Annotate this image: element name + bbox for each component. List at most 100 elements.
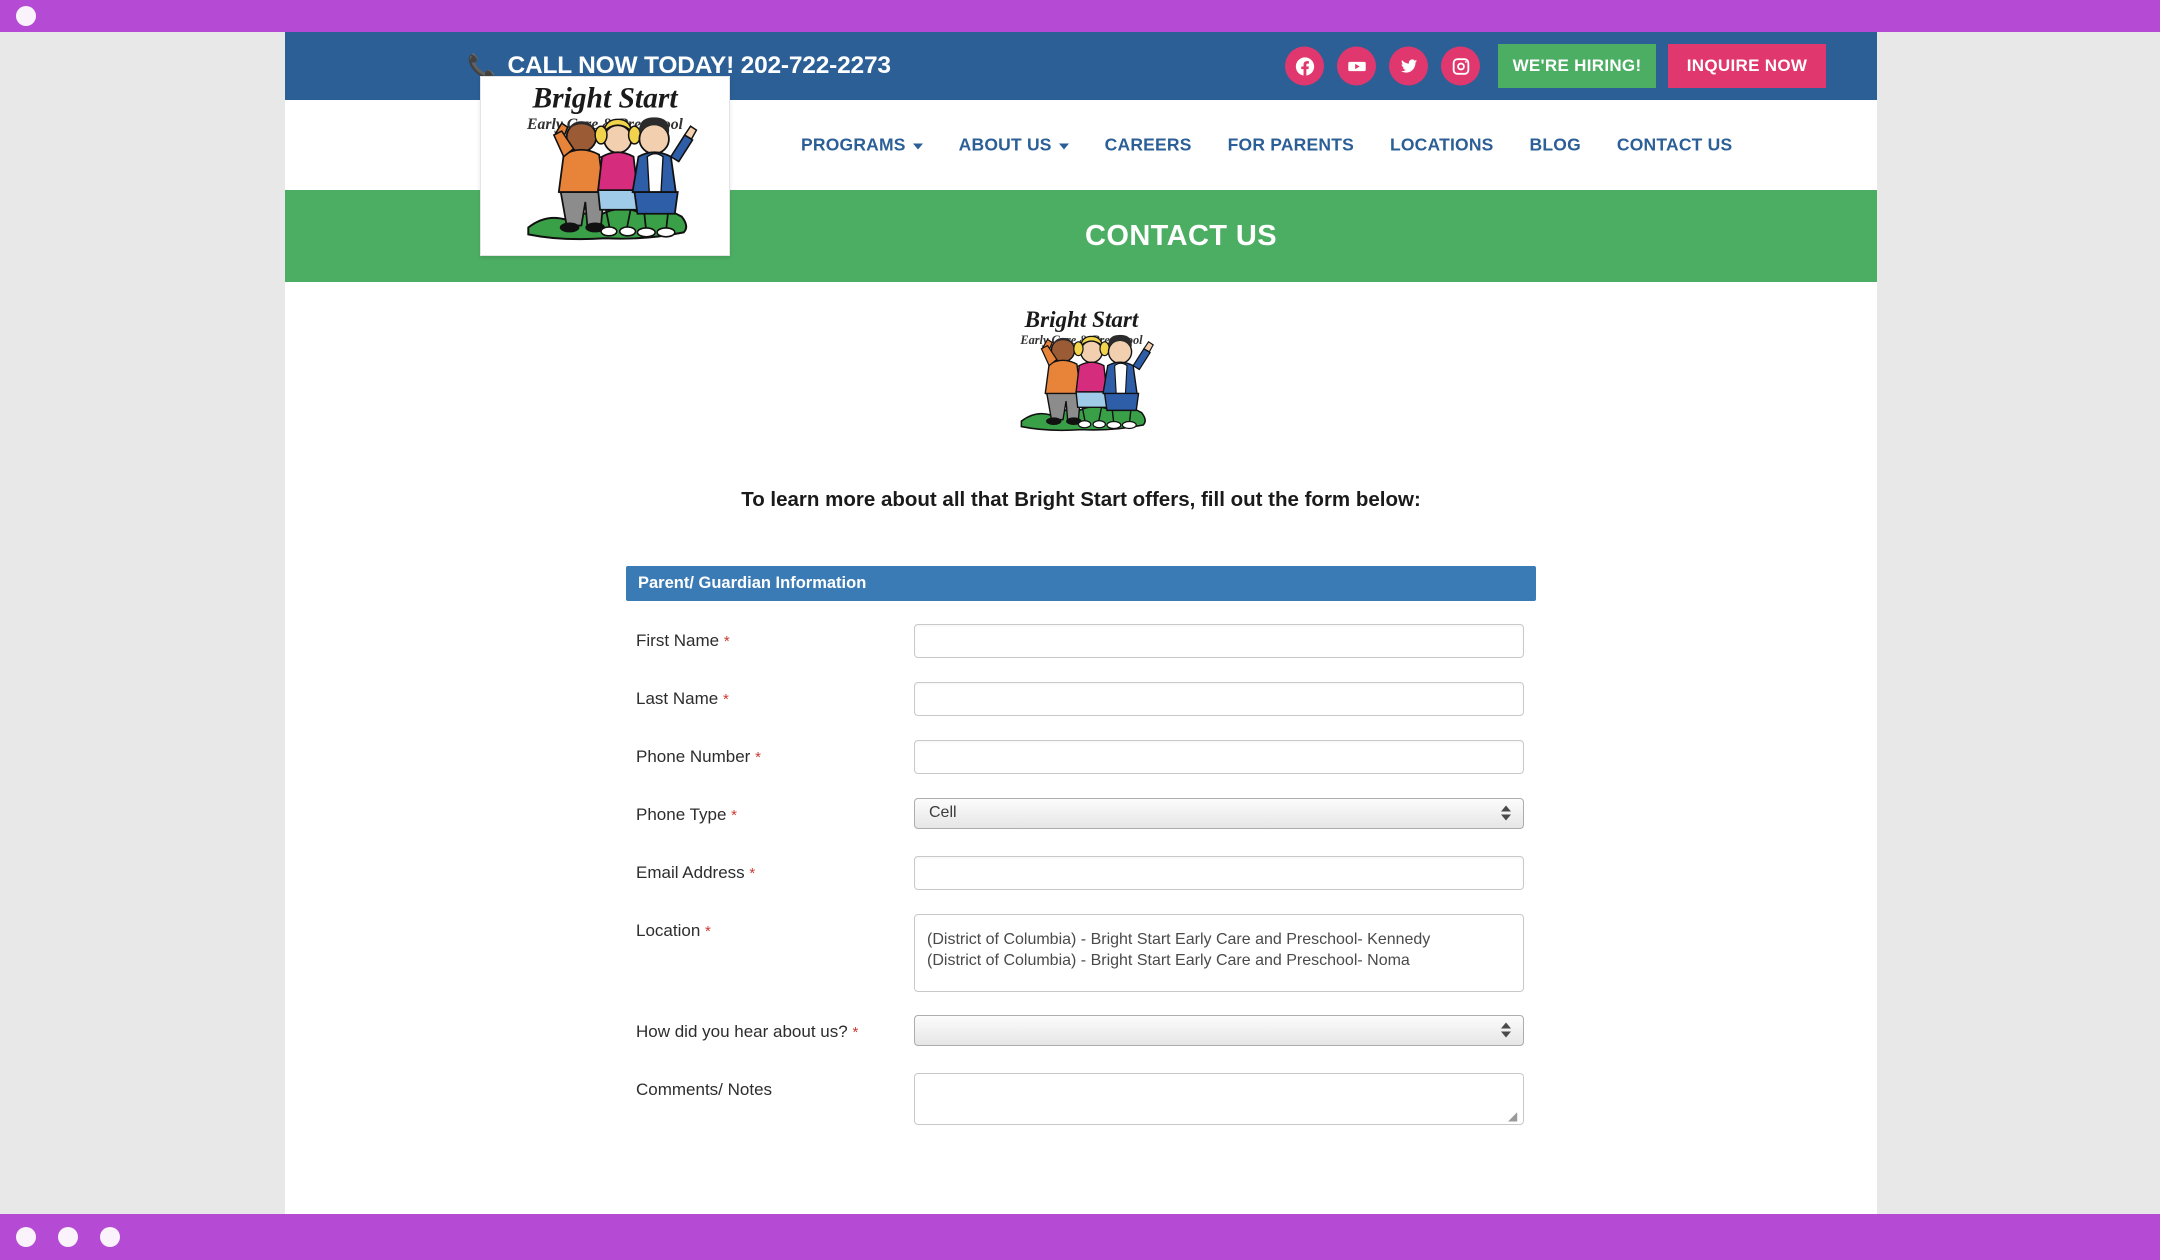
inquire-now-label: INQUIRE NOW	[1686, 56, 1808, 75]
site-logo[interactable]: Bright Start Early Care & Preschool	[480, 76, 730, 256]
phone-type-value: Cell	[929, 804, 957, 822]
label-comments-notes: Comments/ Notes	[626, 1073, 914, 1107]
required-asterisk: *	[705, 922, 711, 940]
label-text: Last Name	[636, 688, 719, 708]
window-control-dot[interactable]	[16, 6, 36, 26]
inquire-now-button[interactable]: INQUIRE NOW	[1668, 44, 1826, 88]
facebook-icon[interactable]	[1285, 46, 1324, 86]
field-how-did-you-hear	[914, 1014, 1536, 1046]
required-asterisk: *	[722, 690, 729, 708]
label-phone-type: Phone Type *	[626, 798, 914, 833]
form-row-location: Location * (District of Columbia) - Brig…	[626, 913, 1536, 992]
label-text: Phone Type	[636, 804, 727, 824]
nav-label-contact-us: CONTACT US	[1616, 134, 1733, 155]
label-text: First Name	[636, 630, 720, 650]
email-address-input[interactable]	[914, 855, 1524, 890]
form-row-last-name: Last Name *	[626, 681, 1536, 717]
website-page: 📞 CALL NOW TODAY! 202-722-2273 WE'RE HIR…	[285, 32, 1877, 1214]
location-option[interactable]: (District of Columbia) - Bright Start Ea…	[927, 950, 1523, 971]
main-navigation: PROGRAMS ABOUT US CAREERS FOR PARENTS LO…	[801, 135, 1732, 156]
how-did-you-hear-select[interactable]	[914, 1014, 1524, 1046]
taskbar-dot[interactable]	[16, 1227, 36, 1247]
label-text: Email Address	[636, 862, 745, 882]
nav-label-about-us: ABOUT US	[958, 134, 1052, 155]
nav-label-programs: PROGRAMS	[801, 134, 906, 155]
nav-item-contact-us[interactable]: CONTACT US	[1617, 135, 1732, 156]
comments-notes-textarea[interactable]: ◢	[914, 1072, 1524, 1125]
youtube-icon[interactable]	[1337, 46, 1376, 86]
bright-start-logo-art-content: Bright Start Early Care & Preschool	[1019, 307, 1154, 432]
required-asterisk: *	[749, 864, 756, 882]
nav-item-for-parents[interactable]: FOR PARENTS	[1228, 135, 1354, 156]
first-name-input[interactable]	[914, 623, 1524, 658]
instagram-icon[interactable]	[1441, 46, 1480, 86]
label-phone-number: Phone Number *	[626, 740, 914, 775]
taskbar-dot[interactable]	[58, 1227, 78, 1247]
label-text: Comments/ Notes	[636, 1079, 773, 1099]
nav-label-blog: BLOG	[1529, 134, 1581, 155]
label-how-did-you-hear: How did you hear about us? *	[626, 1015, 914, 1050]
page-content: Bright Start Early Care & Preschool To l…	[285, 282, 1877, 1125]
required-asterisk: *	[723, 632, 730, 650]
browser-chrome-top	[0, 0, 2160, 32]
chevron-updown-icon	[1501, 1022, 1511, 1038]
location-option[interactable]: (District of Columbia) - Bright Start Ea…	[927, 929, 1523, 950]
label-email-address: Email Address *	[626, 856, 914, 891]
social-links	[1285, 46, 1480, 86]
nav-item-careers[interactable]: CAREERS	[1105, 135, 1192, 156]
field-first-name	[914, 623, 1536, 658]
browser-chrome-bottom	[0, 1214, 2160, 1260]
label-location: Location *	[626, 914, 914, 949]
chevron-down-icon	[1058, 143, 1069, 149]
required-asterisk: *	[755, 748, 761, 766]
form-section-header: Parent/ Guardian Information	[626, 565, 1536, 601]
form-row-phone-number: Phone Number *	[626, 739, 1536, 775]
field-phone-number	[914, 739, 1536, 774]
label-text: Location	[636, 920, 701, 940]
bright-start-logo-art: Bright Start Early Care & Preschool	[526, 82, 698, 240]
phone-type-select[interactable]: Cell	[914, 797, 1524, 829]
form-row-first-name: First Name *	[626, 623, 1536, 659]
resize-handle-icon[interactable]: ◢	[1508, 1110, 1520, 1122]
chevron-updown-icon	[1501, 805, 1511, 821]
taskbar-dot[interactable]	[100, 1227, 120, 1247]
browser-viewport: 📞 CALL NOW TODAY! 202-722-2273 WE'RE HIR…	[0, 32, 2160, 1214]
site-header: Bright Start Early Care & Preschool PROG…	[285, 76, 1877, 256]
required-asterisk: *	[731, 806, 738, 824]
svg-text:Bright Start: Bright Start	[1023, 307, 1138, 333]
field-comments-notes: ◢	[914, 1072, 1536, 1125]
label-text: Phone Number	[636, 746, 751, 766]
label-last-name: Last Name *	[626, 682, 914, 717]
twitter-icon[interactable]	[1389, 46, 1428, 86]
svg-text:Bright Start: Bright Start	[531, 82, 678, 114]
field-phone-type: Cell	[914, 797, 1536, 829]
page-title: CONTACT US	[1085, 219, 1277, 252]
last-name-input[interactable]	[914, 681, 1524, 716]
were-hiring-label: WE'RE HIRING!	[1512, 56, 1642, 75]
phone-icon: 📞	[467, 52, 496, 79]
chevron-down-icon	[912, 143, 923, 149]
nav-item-locations[interactable]: LOCATIONS	[1390, 135, 1494, 156]
nav-item-programs[interactable]: PROGRAMS	[801, 135, 923, 156]
field-email-address	[914, 855, 1536, 890]
required-asterisk: *	[852, 1023, 859, 1041]
label-first-name: First Name *	[626, 624, 914, 659]
content-logo: Bright Start Early Care & Preschool	[285, 304, 1877, 443]
nav-label-careers: CAREERS	[1104, 134, 1192, 155]
nav-label-for-parents: FOR PARENTS	[1227, 134, 1354, 155]
field-last-name	[914, 681, 1536, 716]
form-row-email-address: Email Address *	[626, 855, 1536, 891]
field-location: (District of Columbia) - Bright Start Ea…	[914, 913, 1536, 992]
nav-label-locations: LOCATIONS	[1389, 134, 1494, 155]
were-hiring-button[interactable]: WE'RE HIRING!	[1498, 44, 1656, 88]
phone-number-input[interactable]	[914, 739, 1524, 774]
nav-item-about-us[interactable]: ABOUT US	[959, 135, 1069, 156]
label-text: How did you hear about us?	[636, 1021, 848, 1041]
form-row-phone-type: Phone Type * Cell	[626, 797, 1536, 833]
intro-text: To learn more about all that Bright Star…	[741, 487, 1421, 511]
nav-item-blog[interactable]: BLOG	[1530, 135, 1581, 156]
location-multiselect[interactable]: (District of Columbia) - Bright Start Ea…	[914, 913, 1524, 992]
form-row-how-did-you-hear: How did you hear about us? *	[626, 1014, 1536, 1050]
form-row-comments-notes: Comments/ Notes ◢	[626, 1072, 1536, 1125]
contact-form: Parent/ Guardian Information First Name …	[626, 565, 1536, 1125]
